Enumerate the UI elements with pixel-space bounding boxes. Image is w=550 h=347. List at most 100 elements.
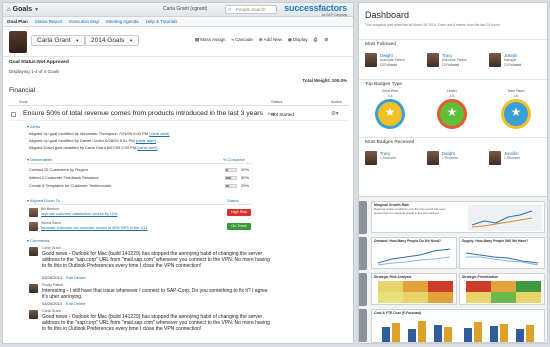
priority-heatmap [466, 281, 541, 303]
dashboard-subtitle: This snapshot was refreshed at March 26 … [365, 23, 501, 27]
cost-bar [464, 328, 472, 342]
sidebar-tab[interactable] [359, 201, 367, 234]
badge-card[interactable]: Team Player 14k ★ [493, 89, 539, 133]
tab-help[interactable]: Help & Tutorials [146, 19, 178, 24]
supply-line [466, 256, 539, 266]
logo-text: successfactors [284, 3, 347, 13]
heatmap-cell [466, 292, 491, 303]
plan-dropdown[interactable]: 2014 Goals ▼ [85, 35, 140, 46]
comment-meta: 03/26/2014 Edit Delete [42, 301, 86, 306]
goals-window: ⌂ Goals ▼ Carla Grant (cgrant) ⌕ People … [2, 2, 354, 344]
cost-bar [444, 327, 452, 342]
goal-status-value: Not Started [271, 112, 294, 117]
received-person[interactable]: Dwight 1 Received [427, 151, 471, 167]
home-icon[interactable]: ⌂ [7, 7, 11, 13]
received-person[interactable]: Jennifer 1 Received [489, 151, 533, 167]
cascade-button[interactable]: ⤷Cascade [232, 37, 253, 43]
star-icon: ★ [510, 105, 522, 119]
person-title: Associate Partner [442, 58, 468, 62]
alert-item: Aligned Up goal modified by Alexander Th… [29, 131, 169, 136]
cost-bar [408, 329, 416, 342]
displaying-count: Displaying 1-4 of 4 Goals [9, 69, 60, 74]
goal-checkbox[interactable] [11, 112, 16, 117]
clear-alert-link[interactable]: (clear alert) [149, 131, 169, 136]
aligned-goal-link[interactable]: Increase customer net promoter scores to… [41, 226, 147, 230]
comment-text: Good news - Outlook for Mac (build 14122… [42, 251, 270, 269]
goal-name[interactable]: Ensure 50% of total revenue comes from p… [23, 110, 275, 117]
priority-panel: Strategic Prioritization [459, 273, 545, 305]
received-person[interactable]: Tracy 1 Received [365, 151, 409, 167]
goal-row: Ensure 50% of total revenue comes from p… [9, 109, 349, 121]
sidebar-tab[interactable] [359, 309, 367, 342]
settings-button[interactable]: ⚙ [324, 37, 329, 43]
goal-status: Goal Status:Not Approved [9, 60, 69, 65]
badge-count: 14k [513, 94, 519, 98]
alert-item: Aligned Down goal modified by Carla Gran… [29, 145, 158, 150]
risk-heatmap [378, 281, 453, 303]
user-switcher[interactable]: Carla Grant (cgrant) [163, 6, 207, 12]
column-status[interactable]: Status [271, 99, 282, 104]
tab-status-report[interactable]: Status Report [35, 19, 63, 24]
followed-person[interactable]: Joseph Manager 13 Followed [489, 53, 533, 69]
add-new-label: Add New [263, 37, 282, 42]
aligned-goal-link[interactable]: Improve customer satisfaction scores by … [41, 212, 117, 216]
badge-card[interactable]: Leader 32k ★ [429, 89, 475, 133]
followed-person[interactable]: Tracy Associate Partner 13 Followed [427, 53, 471, 69]
comments-toggle[interactable]: ▾ Comments [27, 238, 49, 243]
avatar [29, 310, 38, 319]
dashboard-window: Dashboard This snapshot was refreshed at… [358, 2, 548, 344]
demand-line [377, 256, 451, 266]
aligned-row: Bill Benson Improve customer satisfactio… [29, 207, 251, 219]
deliverables-label: Deliverables [30, 157, 53, 162]
display-button[interactable]: ◉Display [288, 37, 308, 43]
badge-card[interactable]: Great Work 11k ★ [367, 89, 413, 133]
search-placeholder: People Search [236, 7, 266, 12]
sidebar-tab[interactable] [359, 273, 367, 306]
comment-actions[interactable]: Edit Delete [66, 301, 86, 306]
mass-assign-button[interactable]: ▤Mass Assign [195, 37, 226, 43]
person-title: Manager [504, 58, 517, 62]
add-new-button[interactable]: ⊕Add New [259, 37, 282, 43]
comment-actions[interactable]: Edit Delete [66, 275, 86, 280]
comment-date: 03/26/2014 [42, 275, 63, 280]
alerts-toggle[interactable]: ▾ Alerts [27, 124, 40, 129]
clear-alert-link[interactable]: (clear alert) [137, 145, 157, 150]
top-badges-heading: Top Badges Type [359, 79, 547, 88]
column-goal[interactable]: Goal [19, 99, 27, 104]
chevron-down-icon[interactable]: ▼ [34, 7, 39, 13]
most-received-heading: Most Badges Received [359, 137, 547, 146]
avatar [427, 151, 439, 165]
tab-execution-map[interactable]: Execution Map [69, 19, 99, 24]
star-icon: ★ [384, 105, 396, 119]
aligned-header: ▾ Aligned Down To Status [27, 198, 251, 205]
deliverables-toggle[interactable]: ▾ Deliverables [27, 157, 52, 162]
avatar [365, 53, 377, 67]
comment-author: Carla Grant [42, 309, 61, 313]
toolbar: ▤Mass Assign ⤷Cascade ⊕Add New ◉Display … [195, 37, 329, 43]
growth-chart [468, 205, 542, 231]
star-badge-icon: ★ [501, 99, 531, 129]
user-dropdown[interactable]: Carla Grant ▼ [31, 35, 86, 46]
avatar [489, 151, 501, 165]
tab-goal-plan[interactable]: Goal Plan [7, 19, 28, 24]
sidebar-tab[interactable] [359, 237, 367, 270]
person-received-count: 1 Received [380, 156, 396, 160]
aligned-toggle[interactable]: ▾ Aligned Down To [27, 198, 60, 203]
comment-text: Good news - Outlook for Mac (build 14122… [42, 314, 270, 332]
search-icon: ⌕ [228, 7, 232, 13]
cost-bar [526, 325, 534, 342]
progress-bar [225, 168, 237, 172]
comment-meta: 03/26/2014 Edit Delete [42, 275, 86, 280]
panel-title: Strategic Risk Analysis [374, 275, 412, 279]
followed-person[interactable]: Dwight Associate Partner 13 Followed [365, 53, 409, 69]
clear-alert-link[interactable]: (clear alert) [136, 138, 156, 143]
heatmap-cell [428, 292, 453, 303]
progress-label: 25% [241, 183, 250, 188]
tab-meeting-agenda[interactable]: Meeting Agenda [106, 19, 139, 24]
gear-icon[interactable]: ⚙▾ [331, 111, 339, 117]
person-follow-count: 13 Followed [504, 63, 522, 67]
people-search-input[interactable]: ⌕ People Search [225, 5, 277, 14]
print-button[interactable]: ⎙ [314, 37, 319, 43]
module-name[interactable]: Goals [13, 6, 32, 13]
heatmap-cell [466, 281, 491, 292]
